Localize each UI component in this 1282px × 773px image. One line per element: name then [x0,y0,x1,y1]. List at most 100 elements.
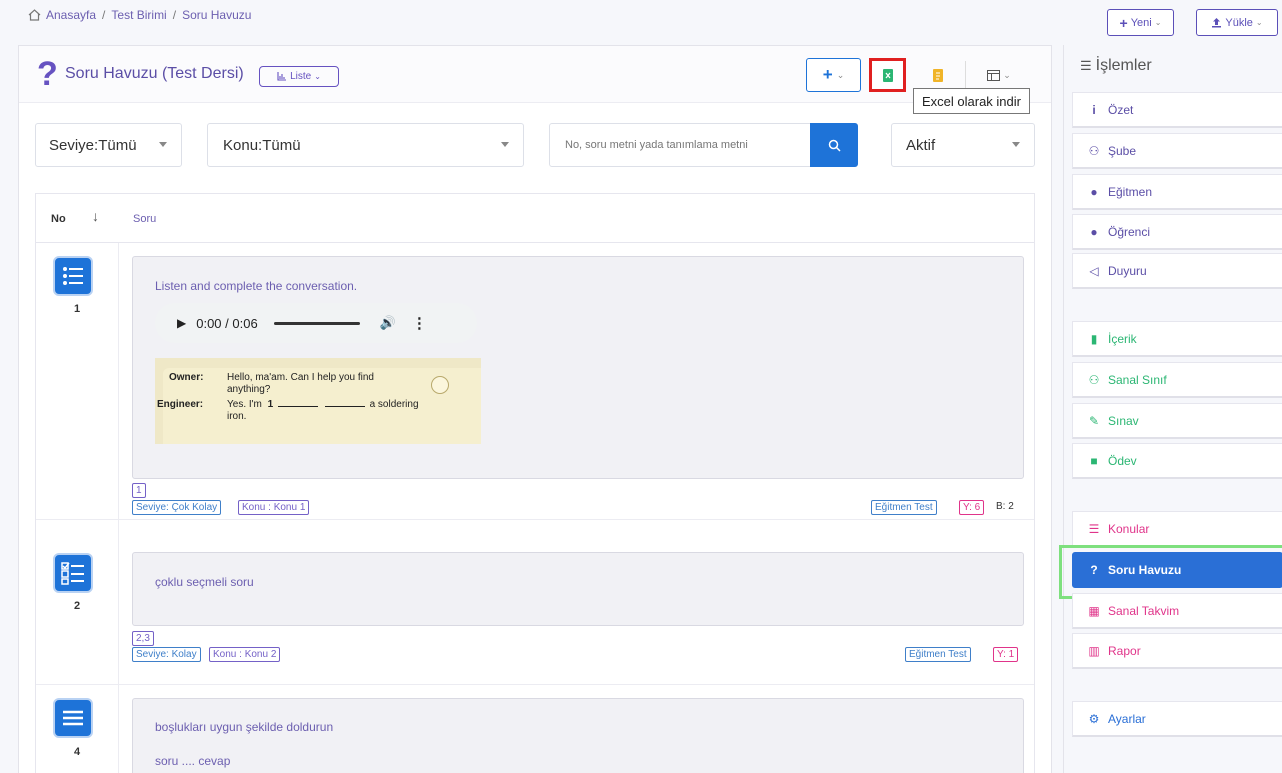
row-divider [36,519,1034,520]
sidebar-item-label: İçerik [1108,331,1137,346]
sidebar-item-label: Özet [1108,102,1134,117]
upload-button-label: Yükle [1225,16,1253,29]
question-text: çoklu seçmeli soru [155,575,254,589]
sidebar-item-sanal-takvim[interactable]: ▦ Sanal Takvim [1072,593,1282,629]
question-card[interactable]: boşlukları uygun şekilde doldurun soru .… [132,698,1024,773]
sidebar-item-sanal-sinif[interactable]: ⚇ Sanal Sınıf [1072,362,1282,398]
search-icon [828,139,841,152]
sidebar-title: ☰ İşlemler [1080,57,1152,75]
excel-download-button[interactable] [869,58,906,92]
question-text: Listen and complete the conversation. [155,279,358,293]
breadcrumb-home[interactable]: Anasayfa [46,8,96,22]
breadcrumb-current: Soru Havuzu [182,8,252,22]
files-icon: ▮ [1090,331,1098,346]
fill-blanks-question-icon [53,698,93,738]
question-number: 2 [73,600,81,612]
chart-icon [277,72,287,81]
new-button-label: Yeni [1130,16,1152,29]
home-icon[interactable] [28,9,41,21]
status-filter-select[interactable]: Aktif [891,123,1035,167]
sidebar-item-icerik[interactable]: ▮ İçerik [1072,321,1282,357]
upload-button[interactable]: Yükle ⌄ [1196,9,1278,36]
sidebar-item-ayarlar[interactable]: ⚙ Ayarlar [1072,701,1282,737]
breadcrumb-separator: / [172,8,177,22]
megaphone-icon: ◁ [1089,263,1099,278]
volume-icon[interactable]: 🔊 [380,315,396,331]
new-button[interactable]: + Yeni ⌄ [1107,9,1174,36]
list-icon: ☰ [1088,521,1100,536]
sort-arrow-icon[interactable]: ↓ [92,208,99,224]
gear-icon: ⚙ [1088,711,1100,726]
engineer-line-text: Yes. I'm 1 a soldering iron. [227,399,419,423]
blank-number: 1 [267,399,274,410]
checklist-question-icon [53,553,93,593]
questions-table: No ↓ Soru 1 Listen and complete the conv… [35,193,1035,773]
excel-tooltip: Excel olarak indir [913,88,1030,114]
toolbar-divider [965,61,966,89]
engineer-text-1: Yes. I'm [227,399,262,410]
sidebar-item-label: Rapor [1108,643,1141,658]
teacher-icon: ● [1090,184,1098,199]
table-header: No ↓ Soru [36,194,1034,243]
owner-text-2: anything? [227,384,271,395]
level-filter-select[interactable]: Seviye:Tümü [35,123,182,167]
sidebar-item-rapor[interactable]: ▥ Rapor [1072,633,1282,669]
list-question-icon [53,256,93,296]
pdf-download-button[interactable] [920,58,956,92]
view-mode-label: Liste [290,71,312,82]
topic-filter-select[interactable]: Konu:Tümü [207,123,524,167]
answer-tag: 1 [132,483,146,498]
search-button[interactable] [810,123,858,167]
question-number: 4 [73,746,81,758]
sidebar-item-sube[interactable]: ⚇ Şube [1072,133,1282,169]
caret-down-icon [1012,142,1020,147]
sidebar-item-soru-havuzu[interactable]: ? Soru Havuzu [1072,552,1282,588]
search-input[interactable]: No, soru metni yada tanımlama metni [549,123,811,167]
page-title: Soru Havuzu (Test Dersi) [65,65,244,82]
sidebar-item-label: Soru Havuzu [1108,562,1182,577]
question-card[interactable]: Listen and complete the conversation. ▶ … [132,256,1024,479]
info-icon: i [1092,102,1096,117]
chevron-down-icon: ⌄ [314,72,321,81]
audio-progress-track[interactable] [273,321,360,325]
engineer-speaker: Engineer: [157,399,204,410]
sidebar-item-ogrenci[interactable]: ● Öğrenci [1072,214,1282,250]
sidebar-title-text: İşlemler [1095,57,1152,74]
sidebar-item-ozet[interactable]: i Özet [1072,92,1282,128]
sidebar-item-label: Şube [1108,143,1137,158]
sidebar-item-label: Konular [1108,521,1150,536]
search-placeholder: No, soru metni yada tanımlama metni [565,139,748,151]
column-divider [118,194,119,773]
chart-icon: ▥ [1088,643,1100,658]
sidebar-item-sinav[interactable]: ✎ Sınav [1072,403,1282,439]
chevron-down-icon: ⌄ [836,69,845,80]
teacher-tag: Eğitmen Test [905,647,971,662]
topic-tag: Konu : Konu 1 [238,500,310,515]
plus-icon: + [822,65,833,84]
sidebar-item-odev[interactable]: ■ Ödev [1072,443,1282,479]
engineer-text-2: a soldering [369,399,419,410]
breadcrumb-separator: / [102,8,106,22]
more-options-icon[interactable]: ⋮ [412,314,427,332]
owner-speaker: Owner: [169,372,204,383]
audio-player[interactable]: ▶ 0:00 / 0:06 🔊 ⋮ [155,303,477,343]
sidebar-item-egitmen[interactable]: ● Eğitmen [1072,174,1282,210]
add-dropdown-button[interactable]: + ⌄ [806,58,861,92]
view-mode-dropdown[interactable]: Liste ⌄ [259,66,339,87]
blank-line [278,406,319,407]
play-icon[interactable]: ▶ [177,316,186,330]
users-icon: ⚇ [1088,143,1100,158]
column-header-question: Soru [133,213,157,225]
b-count-tag: B: 2 [996,501,1014,512]
answer-tag: 2,3 [132,631,154,646]
column-header-no[interactable]: No [51,213,66,225]
question-image: Owner: Hello, ma'am. Can I help you find… [155,358,481,444]
y-count-tag: Y: 1 [993,647,1019,662]
columns-dropdown-button[interactable]: ⌄ [979,58,1019,92]
sidebar-item-duyuru[interactable]: ◁ Duyuru [1072,253,1282,289]
breadcrumb-unit[interactable]: Test Birimi [111,8,166,22]
owner-text-1: Hello, ma'am. Can I help you find [227,372,374,383]
sidebar-item-konular[interactable]: ☰ Konular [1072,511,1282,547]
owner-line-text: Hello, ma'am. Can I help you find anythi… [227,372,374,396]
question-card[interactable]: çoklu seçmeli soru [132,552,1024,626]
